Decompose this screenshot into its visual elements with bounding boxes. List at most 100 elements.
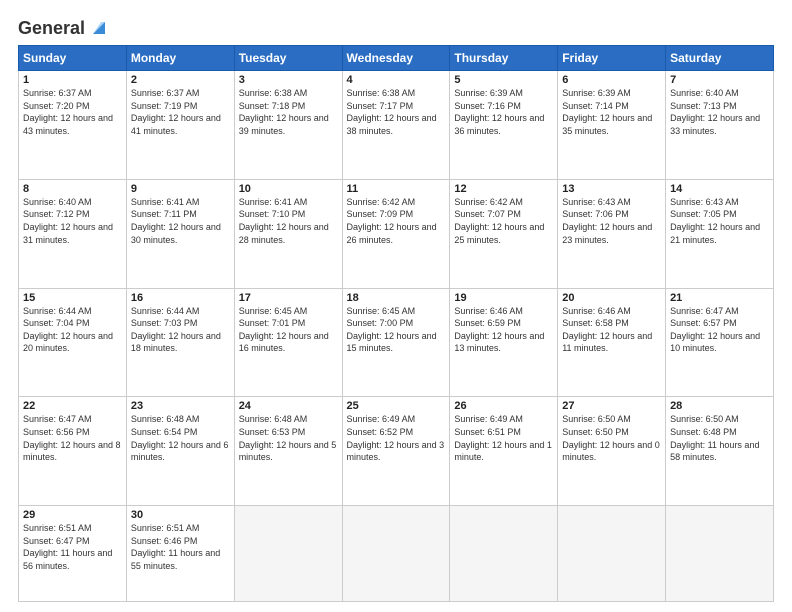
header: General <box>18 18 774 35</box>
day-number: 26 <box>454 400 553 412</box>
calendar-week-4: 29Sunrise: 6:51 AMSunset: 6:47 PMDayligh… <box>19 506 774 602</box>
day-number: 7 <box>670 74 769 86</box>
table-row: 21Sunrise: 6:47 AMSunset: 6:57 PMDayligh… <box>666 288 774 397</box>
day-detail: Sunrise: 6:38 AMSunset: 7:17 PMDaylight:… <box>347 87 446 137</box>
day-number: 27 <box>562 400 661 412</box>
col-sunday: Sunday <box>19 46 127 71</box>
table-row: 16Sunrise: 6:44 AMSunset: 7:03 PMDayligh… <box>126 288 234 397</box>
day-detail: Sunrise: 6:40 AMSunset: 7:12 PMDaylight:… <box>23 196 122 246</box>
day-detail: Sunrise: 6:39 AMSunset: 7:14 PMDaylight:… <box>562 87 661 137</box>
table-row: 7Sunrise: 6:40 AMSunset: 7:13 PMDaylight… <box>666 71 774 180</box>
day-detail: Sunrise: 6:50 AMSunset: 6:48 PMDaylight:… <box>670 413 769 463</box>
table-row <box>666 506 774 602</box>
table-row: 5Sunrise: 6:39 AMSunset: 7:16 PMDaylight… <box>450 71 558 180</box>
table-row: 4Sunrise: 6:38 AMSunset: 7:17 PMDaylight… <box>342 71 450 180</box>
table-row: 11Sunrise: 6:42 AMSunset: 7:09 PMDayligh… <box>342 179 450 288</box>
day-number: 29 <box>23 509 122 521</box>
table-row: 8Sunrise: 6:40 AMSunset: 7:12 PMDaylight… <box>19 179 127 288</box>
day-number: 2 <box>131 74 230 86</box>
day-detail: Sunrise: 6:49 AMSunset: 6:52 PMDaylight:… <box>347 413 446 463</box>
day-detail: Sunrise: 6:48 AMSunset: 6:54 PMDaylight:… <box>131 413 230 463</box>
col-thursday: Thursday <box>450 46 558 71</box>
day-number: 9 <box>131 183 230 195</box>
day-number: 14 <box>670 183 769 195</box>
day-detail: Sunrise: 6:49 AMSunset: 6:51 PMDaylight:… <box>454 413 553 463</box>
table-row: 3Sunrise: 6:38 AMSunset: 7:18 PMDaylight… <box>234 71 342 180</box>
page: General Sunday Monday Tuesday Wednesday <box>0 0 792 612</box>
table-row: 10Sunrise: 6:41 AMSunset: 7:10 PMDayligh… <box>234 179 342 288</box>
table-row: 17Sunrise: 6:45 AMSunset: 7:01 PMDayligh… <box>234 288 342 397</box>
day-detail: Sunrise: 6:46 AMSunset: 6:58 PMDaylight:… <box>562 305 661 355</box>
day-detail: Sunrise: 6:39 AMSunset: 7:16 PMDaylight:… <box>454 87 553 137</box>
day-number: 3 <box>239 74 338 86</box>
day-number: 13 <box>562 183 661 195</box>
calendar-week-1: 8Sunrise: 6:40 AMSunset: 7:12 PMDaylight… <box>19 179 774 288</box>
day-number: 18 <box>347 292 446 304</box>
day-detail: Sunrise: 6:51 AMSunset: 6:47 PMDaylight:… <box>23 522 122 572</box>
day-number: 17 <box>239 292 338 304</box>
day-detail: Sunrise: 6:41 AMSunset: 7:10 PMDaylight:… <box>239 196 338 246</box>
calendar-body: 1Sunrise: 6:37 AMSunset: 7:20 PMDaylight… <box>19 71 774 602</box>
table-row: 9Sunrise: 6:41 AMSunset: 7:11 PMDaylight… <box>126 179 234 288</box>
day-number: 11 <box>347 183 446 195</box>
table-row: 27Sunrise: 6:50 AMSunset: 6:50 PMDayligh… <box>558 397 666 506</box>
logo: General <box>18 18 109 35</box>
day-number: 30 <box>131 509 230 521</box>
day-number: 25 <box>347 400 446 412</box>
day-detail: Sunrise: 6:37 AMSunset: 7:19 PMDaylight:… <box>131 87 230 137</box>
day-detail: Sunrise: 6:51 AMSunset: 6:46 PMDaylight:… <box>131 522 230 572</box>
day-number: 4 <box>347 74 446 86</box>
col-saturday: Saturday <box>666 46 774 71</box>
day-number: 21 <box>670 292 769 304</box>
day-detail: Sunrise: 6:46 AMSunset: 6:59 PMDaylight:… <box>454 305 553 355</box>
col-monday: Monday <box>126 46 234 71</box>
table-row: 20Sunrise: 6:46 AMSunset: 6:58 PMDayligh… <box>558 288 666 397</box>
table-row: 1Sunrise: 6:37 AMSunset: 7:20 PMDaylight… <box>19 71 127 180</box>
table-row: 13Sunrise: 6:43 AMSunset: 7:06 PMDayligh… <box>558 179 666 288</box>
table-row <box>558 506 666 602</box>
table-row: 12Sunrise: 6:42 AMSunset: 7:07 PMDayligh… <box>450 179 558 288</box>
table-row: 23Sunrise: 6:48 AMSunset: 6:54 PMDayligh… <box>126 397 234 506</box>
day-detail: Sunrise: 6:37 AMSunset: 7:20 PMDaylight:… <box>23 87 122 137</box>
table-row <box>450 506 558 602</box>
day-number: 19 <box>454 292 553 304</box>
table-row: 25Sunrise: 6:49 AMSunset: 6:52 PMDayligh… <box>342 397 450 506</box>
day-number: 22 <box>23 400 122 412</box>
day-detail: Sunrise: 6:38 AMSunset: 7:18 PMDaylight:… <box>239 87 338 137</box>
day-detail: Sunrise: 6:44 AMSunset: 7:04 PMDaylight:… <box>23 305 122 355</box>
calendar-week-2: 15Sunrise: 6:44 AMSunset: 7:04 PMDayligh… <box>19 288 774 397</box>
calendar-week-0: 1Sunrise: 6:37 AMSunset: 7:20 PMDaylight… <box>19 71 774 180</box>
header-row: Sunday Monday Tuesday Wednesday Thursday… <box>19 46 774 71</box>
day-number: 15 <box>23 292 122 304</box>
calendar-week-3: 22Sunrise: 6:47 AMSunset: 6:56 PMDayligh… <box>19 397 774 506</box>
col-friday: Friday <box>558 46 666 71</box>
col-tuesday: Tuesday <box>234 46 342 71</box>
day-number: 6 <box>562 74 661 86</box>
calendar-header: Sunday Monday Tuesday Wednesday Thursday… <box>19 46 774 71</box>
day-detail: Sunrise: 6:45 AMSunset: 7:00 PMDaylight:… <box>347 305 446 355</box>
day-detail: Sunrise: 6:45 AMSunset: 7:01 PMDaylight:… <box>239 305 338 355</box>
day-number: 1 <box>23 74 122 86</box>
day-detail: Sunrise: 6:44 AMSunset: 7:03 PMDaylight:… <box>131 305 230 355</box>
table-row <box>234 506 342 602</box>
day-number: 28 <box>670 400 769 412</box>
day-detail: Sunrise: 6:42 AMSunset: 7:07 PMDaylight:… <box>454 196 553 246</box>
day-number: 12 <box>454 183 553 195</box>
day-number: 24 <box>239 400 338 412</box>
day-detail: Sunrise: 6:43 AMSunset: 7:05 PMDaylight:… <box>670 196 769 246</box>
logo-icon <box>87 16 109 38</box>
day-number: 8 <box>23 183 122 195</box>
table-row <box>342 506 450 602</box>
day-detail: Sunrise: 6:41 AMSunset: 7:11 PMDaylight:… <box>131 196 230 246</box>
table-row: 29Sunrise: 6:51 AMSunset: 6:47 PMDayligh… <box>19 506 127 602</box>
table-row: 14Sunrise: 6:43 AMSunset: 7:05 PMDayligh… <box>666 179 774 288</box>
day-detail: Sunrise: 6:42 AMSunset: 7:09 PMDaylight:… <box>347 196 446 246</box>
day-number: 5 <box>454 74 553 86</box>
day-detail: Sunrise: 6:47 AMSunset: 6:57 PMDaylight:… <box>670 305 769 355</box>
col-wednesday: Wednesday <box>342 46 450 71</box>
table-row: 15Sunrise: 6:44 AMSunset: 7:04 PMDayligh… <box>19 288 127 397</box>
table-row: 30Sunrise: 6:51 AMSunset: 6:46 PMDayligh… <box>126 506 234 602</box>
table-row: 26Sunrise: 6:49 AMSunset: 6:51 PMDayligh… <box>450 397 558 506</box>
day-detail: Sunrise: 6:47 AMSunset: 6:56 PMDaylight:… <box>23 413 122 463</box>
table-row: 2Sunrise: 6:37 AMSunset: 7:19 PMDaylight… <box>126 71 234 180</box>
